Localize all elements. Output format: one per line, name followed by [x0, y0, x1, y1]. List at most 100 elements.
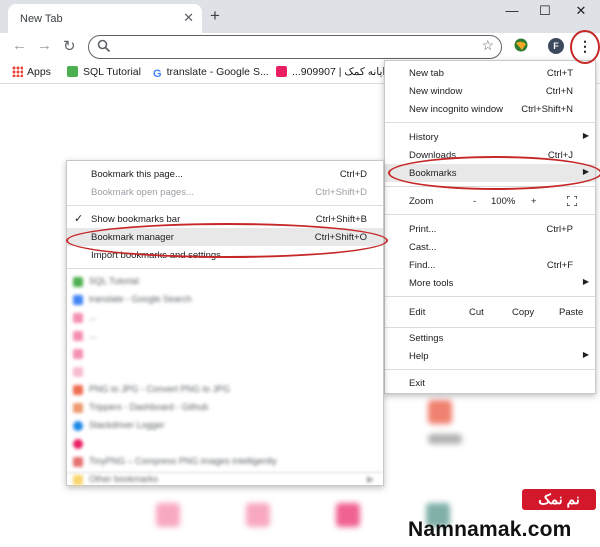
- menu-item-bookmark-this-page[interactable]: Bookmark this page... Ctrl+D: [67, 165, 383, 183]
- bookmark-folder-other[interactable]: Other bookmarks ▶: [73, 473, 379, 487]
- bookmark-translate[interactable]: Gtranslate - Google S...: [153, 66, 269, 80]
- menu-item-downloads[interactable]: Downloads Ctrl+J: [385, 146, 595, 164]
- menu-item-label: Bookmark this page...: [91, 169, 183, 180]
- favicon-icon: [73, 313, 83, 323]
- close-tab-icon[interactable]: ✕: [183, 10, 194, 26]
- menu-item-cast[interactable]: Cast...: [385, 238, 595, 256]
- bookmark-star-icon[interactable]: ☆: [481, 37, 494, 54]
- menu-item-history[interactable]: History ▶: [385, 128, 595, 146]
- shortcut-tile[interactable]: [246, 503, 270, 527]
- menu-item-label: Settings: [409, 333, 444, 344]
- menu-item-exit[interactable]: Exit: [385, 374, 595, 392]
- menu-item-bookmark-manager[interactable]: Bookmark manager Ctrl+Shift+O: [67, 228, 383, 246]
- menu-item-label: Bookmarks: [409, 168, 457, 179]
- bookmarks-submenu: Bookmark this page... Ctrl+D Bookmark ope…: [66, 160, 384, 486]
- zoom-level: 100%: [491, 196, 516, 207]
- tab-new-tab[interactable]: New Tab ✕: [8, 4, 202, 33]
- submenu-arrow-icon: ▶: [582, 131, 589, 140]
- shortcut-tile[interactable]: [336, 503, 360, 527]
- menu-separator: [385, 214, 595, 215]
- bookmark-item-label: translate - Google Search: [89, 294, 192, 304]
- menu-item-import-bookmarks[interactable]: Import bookmarks and settings...: [67, 246, 383, 264]
- menu-item-label: Help: [409, 351, 429, 362]
- menu-item-label: Zoom: [409, 196, 434, 207]
- toolbar: ← → ↻ ☆: [0, 33, 600, 61]
- menu-separator: [67, 268, 383, 269]
- sql-favicon-icon: [67, 66, 78, 77]
- bookmark-apps-label: Apps: [27, 66, 51, 78]
- menu-item-label: Downloads: [409, 150, 456, 161]
- apps-icon: [12, 66, 23, 77]
- watermark-badge: نم نمک: [522, 489, 596, 510]
- paste-button[interactable]: Paste: [559, 307, 583, 318]
- menu-item-label: Edit: [409, 307, 426, 318]
- menu-item-new-tab[interactable]: New tab Ctrl+T: [385, 64, 595, 82]
- menu-item-label: New tab: [409, 68, 444, 79]
- bookmark-item-label: PNG to JPG - Convert PNG to JPG: [89, 384, 231, 394]
- menu-item-edit: Edit Cut Copy Paste: [385, 301, 595, 323]
- menu-item-label: Show bookmarks bar: [91, 214, 181, 225]
- extension-icon[interactable]: [513, 37, 529, 53]
- menu-separator: [67, 205, 383, 206]
- submenu-arrow-icon: ▶: [582, 277, 589, 286]
- avatar[interactable]: F: [548, 38, 564, 54]
- favicon-icon: [73, 385, 83, 395]
- menu-item-label: Import bookmarks and settings...: [91, 250, 229, 261]
- menu-icon[interactable]: ⋮: [578, 38, 592, 54]
- fullscreen-icon[interactable]: [567, 196, 577, 206]
- menu-item-new-incognito[interactable]: New incognito window Ctrl+Shift+N: [385, 100, 595, 118]
- cut-button[interactable]: Cut: [469, 307, 484, 318]
- minimize-button[interactable]: —: [500, 3, 524, 18]
- menu-item-more-tools[interactable]: More tools ▶: [385, 274, 595, 292]
- zoom-in-button[interactable]: +: [531, 196, 537, 207]
- new-tab-button[interactable]: +: [210, 6, 220, 26]
- shortcut-tile-label: [428, 434, 462, 444]
- bookmark-label: translate - Google S...: [166, 66, 269, 78]
- submenu-arrow-icon: ▶: [582, 350, 589, 359]
- menu-item-label: New incognito window: [409, 104, 503, 115]
- submenu-arrow-icon: ▶: [582, 167, 589, 176]
- menu-item-settings[interactable]: Settings: [385, 329, 595, 347]
- menu-item-label: Cast...: [409, 242, 437, 253]
- site-favicon-icon: [276, 66, 287, 77]
- bookmark-sql-tutorial[interactable]: SQL Tutorial: [67, 66, 141, 78]
- favicon-icon: [73, 421, 83, 431]
- menu-separator: [385, 296, 595, 297]
- menu-item-shortcut: Ctrl+Shift+D: [315, 187, 367, 198]
- reload-icon[interactable]: ↻: [63, 37, 76, 55]
- close-window-button[interactable]: ✕: [569, 3, 593, 19]
- menu-item-bookmark-open-pages[interactable]: Bookmark open pages... Ctrl+Shift+D: [67, 183, 383, 201]
- submenu-arrow-icon: ▶: [367, 474, 374, 484]
- favicon-icon: [73, 457, 83, 467]
- menu-item-help[interactable]: Help ▶: [385, 347, 595, 365]
- menu-item-shortcut: Ctrl+Shift+B: [315, 214, 367, 225]
- bookmark-item-label: TinyPNG – Compress PNG images intelligen…: [89, 456, 277, 466]
- maximize-button[interactable]: ☐: [533, 3, 557, 19]
- menu-item-bookmarks[interactable]: Bookmarks ▶: [385, 164, 595, 182]
- menu-item-label: Bookmark manager: [91, 232, 174, 243]
- checkmark-icon: ✓: [74, 213, 84, 225]
- favicon-icon: [73, 277, 83, 287]
- menu-item-find[interactable]: Find... Ctrl+F: [385, 256, 595, 274]
- menu-item-shortcut: Ctrl+N: [545, 86, 573, 97]
- menu-separator: [385, 122, 595, 123]
- menu-item-show-bookmarks-bar[interactable]: ✓ Show bookmarks bar Ctrl+Shift+B: [67, 210, 383, 228]
- menu-item-label: History: [409, 132, 439, 143]
- menu-item-print[interactable]: Print... Ctrl+P: [385, 220, 595, 238]
- copy-button[interactable]: Copy: [512, 307, 534, 318]
- shortcut-tile[interactable]: [428, 400, 452, 424]
- bookmark-apps[interactable]: Apps: [12, 66, 51, 78]
- back-icon[interactable]: ←: [12, 37, 27, 54]
- favicon-icon: [73, 367, 83, 377]
- watermark-site: Namnamak.com: [408, 518, 572, 541]
- search-icon: [97, 39, 111, 53]
- bookmark-item-label: ...: [89, 330, 97, 340]
- address-bar[interactable]: ☆: [88, 35, 502, 59]
- menu-item-label: More tools: [409, 278, 454, 289]
- menu-item-new-window[interactable]: New window Ctrl+N: [385, 82, 595, 100]
- forward-icon[interactable]: →: [37, 37, 52, 54]
- bookmark-site[interactable]: ...909907 | ایانه کمک: [276, 66, 385, 78]
- chrome-main-menu: New tab Ctrl+T New window Ctrl+N New incog…: [384, 60, 596, 394]
- zoom-out-button[interactable]: -: [473, 196, 476, 207]
- shortcut-tile[interactable]: [156, 503, 180, 527]
